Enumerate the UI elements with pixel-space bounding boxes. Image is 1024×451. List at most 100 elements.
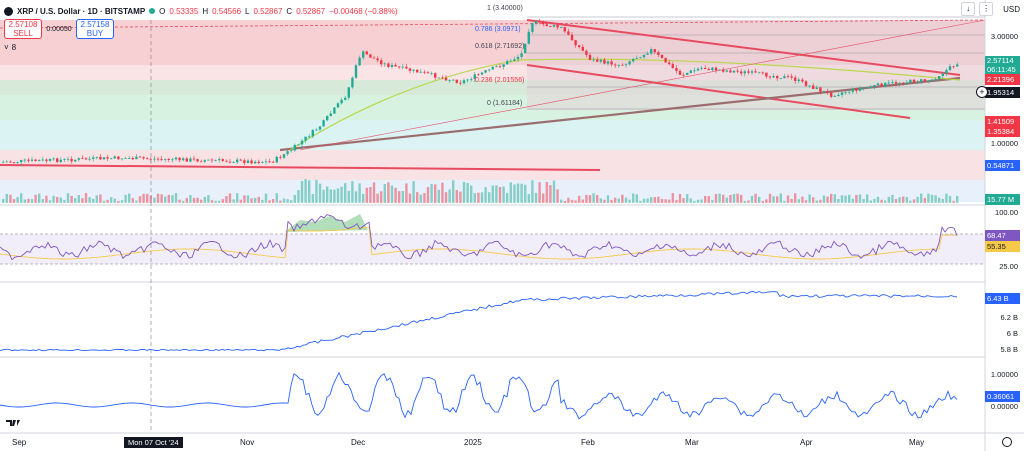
volume-bar xyxy=(106,199,109,203)
volume-bar xyxy=(945,193,948,203)
candle-body xyxy=(621,64,624,66)
volume-bar xyxy=(732,194,736,203)
volume-bar xyxy=(700,199,703,203)
candle-body xyxy=(635,58,638,59)
volume-bar xyxy=(808,194,811,203)
candle-body xyxy=(135,156,138,160)
indicators-toggle[interactable]: ˅ 8 xyxy=(4,43,16,52)
volume-bar xyxy=(416,192,419,203)
candle-body xyxy=(286,151,289,155)
pane4-tick-top: 1.00000 xyxy=(990,370,1018,379)
volume-bar xyxy=(556,189,559,203)
candle-body xyxy=(423,71,426,73)
candle-body xyxy=(801,79,804,82)
candle-body xyxy=(628,61,631,65)
candle-body xyxy=(693,70,696,72)
volume-bar xyxy=(77,195,80,203)
arrow-down-icon[interactable]: ↓ xyxy=(961,2,976,16)
candle-body xyxy=(934,79,937,80)
volume-bar xyxy=(520,183,523,203)
candle-body xyxy=(372,57,376,59)
candle-body xyxy=(776,76,779,79)
volume-bar xyxy=(376,193,379,203)
volume-bar xyxy=(812,197,815,203)
candle-body xyxy=(588,54,592,60)
symbol-title[interactable]: XRP / U.S. Dollar · 1D · BITSTAMP xyxy=(17,7,145,16)
candle-body xyxy=(405,66,408,69)
candle-body xyxy=(509,60,512,62)
candle-body xyxy=(599,59,602,62)
candle-body xyxy=(930,79,934,81)
volume-bar xyxy=(592,193,595,203)
volume-bar xyxy=(311,193,314,203)
volume-bar xyxy=(941,199,944,203)
candle-body xyxy=(945,70,948,74)
candle-body xyxy=(822,91,826,92)
volume-bar xyxy=(912,199,916,203)
volume-bar xyxy=(678,193,682,203)
time-settings-icon[interactable] xyxy=(1002,437,1012,447)
candle-body xyxy=(99,156,102,160)
volume-bar xyxy=(804,200,808,203)
volume-bar xyxy=(542,193,545,203)
volume-bar xyxy=(851,198,854,203)
volume-bar xyxy=(884,200,887,203)
candle-body xyxy=(603,59,606,64)
volume-bar xyxy=(142,193,145,203)
volume-bar xyxy=(560,199,563,203)
market-status-icon xyxy=(149,8,156,14)
candle-body xyxy=(387,63,390,67)
volume-bar xyxy=(628,199,631,203)
volume-bar xyxy=(894,199,898,203)
candle-body xyxy=(77,158,80,160)
candle-body xyxy=(9,161,12,163)
currency-label[interactable]: USD xyxy=(1003,5,1020,14)
volume-bar xyxy=(23,199,26,203)
volume-bar xyxy=(779,193,782,203)
volume-bar xyxy=(534,192,538,203)
candle-body xyxy=(419,71,422,73)
candle-body xyxy=(761,72,764,74)
chart-canvas[interactable] xyxy=(0,0,1024,451)
candle-body xyxy=(66,158,70,160)
volume-bar xyxy=(394,187,397,203)
candle-body xyxy=(408,68,412,71)
volume-bar xyxy=(776,196,779,203)
candle-body xyxy=(779,78,782,79)
volume-bar xyxy=(455,189,458,203)
volume-bar xyxy=(390,185,394,203)
sell-button[interactable]: 2.57108 SELL xyxy=(4,19,42,39)
candle-body xyxy=(704,67,707,69)
candle-body xyxy=(113,156,116,159)
volume-bar xyxy=(549,185,552,203)
settings-icon[interactable]: ⋮ xyxy=(979,2,994,16)
candle-body xyxy=(63,158,66,160)
spread-value: 0.00050 xyxy=(46,25,72,33)
candle-body xyxy=(462,80,466,84)
volume-bar xyxy=(772,196,775,203)
volume-bar xyxy=(664,199,667,203)
volume-bar xyxy=(686,194,689,203)
volume-bar xyxy=(682,198,685,203)
buy-button[interactable]: 2.57158 BUY xyxy=(76,19,114,39)
candle-body xyxy=(549,26,552,27)
volume-bar xyxy=(84,193,88,203)
volume-bar xyxy=(657,196,660,203)
volume-bar xyxy=(794,193,797,203)
candle-body xyxy=(358,57,361,66)
candle-body xyxy=(516,56,520,60)
candle-body xyxy=(401,66,404,68)
crosshair-price-badge: 1.95314 xyxy=(985,87,1020,98)
add-alert-icon[interactable]: + xyxy=(976,86,988,98)
volume-bar xyxy=(722,194,725,203)
volume-bar xyxy=(599,198,602,203)
volume-bar xyxy=(527,194,530,203)
volume-bar xyxy=(12,199,16,203)
candle-body xyxy=(948,66,952,71)
candle-body xyxy=(182,158,185,161)
volume-bar xyxy=(434,184,437,203)
candle-body xyxy=(347,87,350,98)
ohlc-legend: XRP / U.S. Dollar · 1D · BITSTAMP O 0.533… xyxy=(4,4,398,18)
volume-bar xyxy=(588,195,592,203)
volume-bar xyxy=(714,193,718,203)
